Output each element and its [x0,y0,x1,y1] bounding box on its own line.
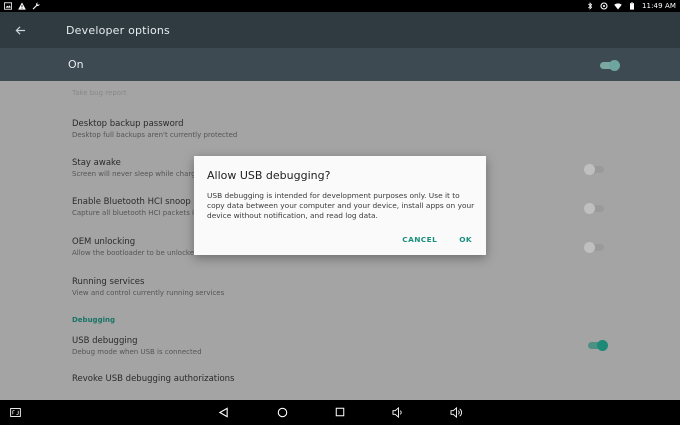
list-item-subtitle: Allow the bootloader to be unlocked [72,249,199,257]
status-left-icons [4,2,40,10]
list-item-title: OEM unlocking [72,237,136,247]
back-button[interactable] [2,12,38,48]
dialog-actions: CANCEL OK [402,235,472,244]
battery-icon [629,2,634,10]
dialog-message: USB debugging is intended for developmen… [207,191,475,220]
home-icon[interactable] [275,405,289,419]
arrow-left-icon [15,25,25,35]
usb-debugging-toggle[interactable] [586,339,608,351]
page-title: Developer options [66,23,170,37]
status-time: 11:49 AM [641,2,676,10]
list-item-revoke-usb-auth[interactable]: Revoke USB debugging authorizations [0,374,680,388]
list-item-title: Desktop backup password [72,119,184,129]
list-item-title: Revoke USB debugging authorizations [72,374,235,384]
category-label: Debugging [72,316,115,324]
list-item-subtitle: View and control currently running servi… [72,289,225,297]
volume-down-icon[interactable] [391,405,405,419]
list-item-title: Running services [72,277,145,287]
list-item-title: Take bug report [72,89,127,97]
list-item-subtitle: Screen will never sleep while charging [72,170,207,178]
bluetooth-icon [588,2,593,10]
image-icon [4,2,12,10]
list-item-subtitle: Debug mode when USB is connected [72,348,202,356]
list-item-title: Stay awake [72,158,121,168]
list-item-title: USB debugging [72,336,138,346]
cancel-button[interactable]: CANCEL [402,235,437,244]
wifi-icon [614,3,622,10]
list-item-subtitle: Desktop full backups aren't currently pr… [72,131,238,139]
bluetooth-hci-toggle[interactable] [584,202,606,214]
volume-up-icon[interactable] [449,405,463,419]
master-toggle[interactable] [598,59,620,71]
wrench-icon [32,2,40,10]
status-bar: 11:49 AM [0,0,680,12]
status-right-icons: 11:49 AM [586,2,676,10]
master-switch-label: On [68,58,84,71]
screenshot-icon[interactable] [8,405,22,419]
warning-icon [18,2,26,10]
list-item-title: Enable Bluetooth HCI snoop log [72,197,207,207]
ok-button[interactable]: OK [459,235,472,244]
master-switch-bar[interactable]: On [0,48,680,81]
list-item-running-services[interactable]: Running services View and control curren… [0,277,680,301]
sync-icon [600,2,608,10]
dialog-title: Allow USB debugging? [207,169,331,182]
back-nav-icon[interactable] [216,405,230,419]
app-bar: Developer options [0,12,680,48]
stay-awake-toggle[interactable] [584,163,606,175]
usb-debugging-dialog: Allow USB debugging? USB debugging is in… [194,156,486,255]
navigation-bar [0,400,680,425]
recents-icon[interactable] [333,405,347,419]
list-item-usb-debugging[interactable]: USB debugging Debug mode when USB is con… [0,336,680,360]
oem-unlocking-toggle[interactable] [584,241,606,253]
list-item-desktop-backup-password[interactable]: Desktop backup password Desktop full bac… [0,119,680,143]
